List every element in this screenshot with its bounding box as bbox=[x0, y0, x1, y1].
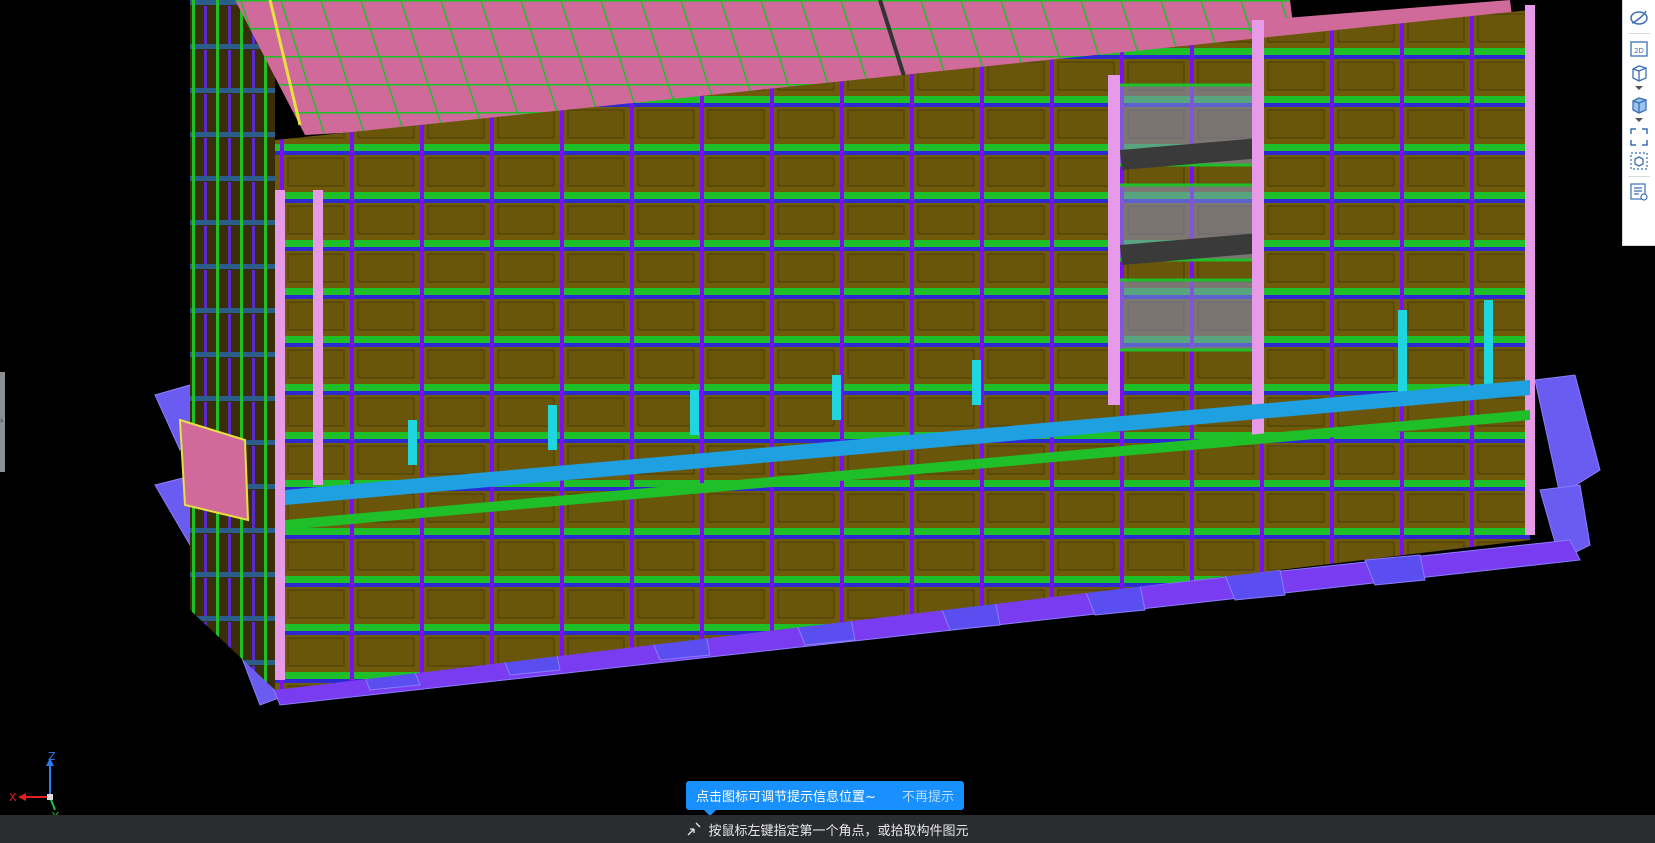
side-panel-toggle[interactable]: › bbox=[0, 372, 5, 472]
view-toolbar: 2D bbox=[1622, 0, 1655, 246]
svg-text:2D: 2D bbox=[1634, 47, 1644, 55]
tip-dismiss-link[interactable]: 不再提示 bbox=[902, 786, 954, 805]
component-view-button[interactable] bbox=[1626, 149, 1652, 173]
orbit-icon bbox=[1630, 10, 1648, 25]
status-text: 按鼠标左键指定第一个角点，或拾取构件图元 bbox=[708, 823, 969, 839]
toolbar-divider bbox=[1628, 33, 1650, 34]
orbit-button[interactable] bbox=[1626, 6, 1652, 30]
glass-balconies bbox=[1116, 83, 1262, 352]
building-model[interactable] bbox=[0, 0, 1655, 843]
x-axis-label: X bbox=[9, 791, 17, 804]
expand-arrow-icon: › bbox=[0, 416, 4, 425]
shaded-box-icon bbox=[1632, 97, 1647, 114]
3d-viewport[interactable] bbox=[0, 0, 1655, 843]
shaded-view-dropdown[interactable] bbox=[1635, 118, 1643, 122]
status-bar: 按鼠标左键指定第一个角点，或拾取构件图元 bbox=[0, 815, 1655, 843]
z-axis-label: Z bbox=[48, 752, 56, 763]
fit-view-icon bbox=[1630, 128, 1648, 146]
3d-view-dropdown[interactable] bbox=[1635, 86, 1643, 90]
2d-view-icon: 2D bbox=[1630, 41, 1648, 57]
properties-button[interactable] bbox=[1626, 180, 1652, 204]
properties-list-icon bbox=[1630, 183, 1648, 201]
3d-view-button[interactable] bbox=[1626, 61, 1652, 85]
3d-box-icon bbox=[1632, 65, 1647, 82]
pick-cursor-icon bbox=[686, 821, 702, 837]
tip-text: 点击图标可调节提示信息位置~ bbox=[696, 790, 876, 805]
tip-bubble[interactable]: 点击图标可调节提示信息位置~ 不再提示 bbox=[686, 781, 964, 816]
component-view-icon bbox=[1630, 152, 1648, 170]
axis-gizmo: Z X Y bbox=[8, 750, 68, 823]
shaded-view-button[interactable] bbox=[1626, 93, 1652, 117]
2d-view-button[interactable]: 2D bbox=[1626, 37, 1652, 61]
fit-view-button[interactable] bbox=[1626, 125, 1652, 149]
side-facade bbox=[190, 0, 275, 690]
toolbar-divider bbox=[1628, 176, 1650, 177]
